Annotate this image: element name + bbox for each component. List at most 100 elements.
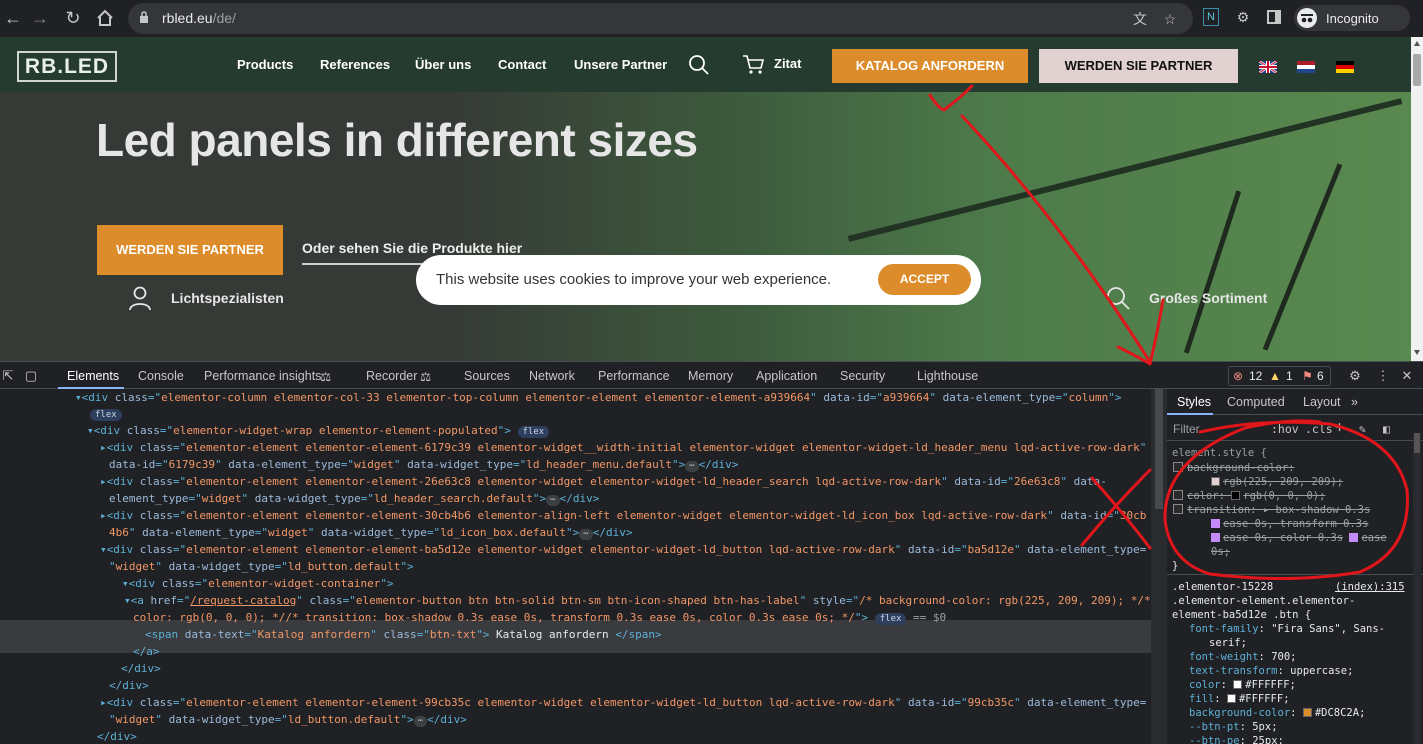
forward-icon[interactable]: → xyxy=(29,7,51,29)
issue-counts[interactable]: ⊗ 12 ▲ 1 ⚑ 6 xyxy=(1228,366,1331,386)
style-prop-background[interactable]: background-color: xyxy=(1173,461,1294,475)
site-logo[interactable]: RB.LED xyxy=(17,51,117,82)
extensions-puzzle-icon[interactable]: ⚙ xyxy=(1234,6,1252,28)
tab-styles[interactable]: Styles xyxy=(1177,395,1211,409)
tab-computed[interactable]: Computed xyxy=(1227,395,1285,409)
ellipsis-badge[interactable]: ⋯ xyxy=(685,461,699,472)
rule-prop[interactable]: font-family: "Fira Sans", Sans- xyxy=(1189,622,1385,636)
back-icon[interactable]: ← xyxy=(2,7,24,29)
dom-line[interactable]: ▸<div class="elementor-element elementor… xyxy=(100,440,1146,456)
tab-sources[interactable]: Sources xyxy=(464,369,510,383)
dom-line[interactable]: ▸<div class="elementor-element elementor… xyxy=(100,474,1107,490)
property-checkbox[interactable] xyxy=(1173,462,1183,472)
settings-gear-icon[interactable]: ⚙ xyxy=(1347,368,1363,384)
rule-prop[interactable]: --btn-pt: 5px; xyxy=(1189,720,1278,734)
hero-partner-button[interactable]: WERDEN SIE PARTNER xyxy=(97,225,283,275)
bookmark-star-icon[interactable]: ☆ xyxy=(1161,10,1179,28)
style-prop-transition[interactable]: transition: ▸ box-shadow 0.3s xyxy=(1173,503,1370,517)
property-checkbox[interactable] xyxy=(1173,504,1183,514)
sidebar-toggle-icon[interactable]: ◧ xyxy=(1383,422,1390,436)
incognito-badge[interactable]: Incognito xyxy=(1294,5,1410,31)
rule-prop[interactable]: background-color: #DC8C2A; xyxy=(1189,706,1365,720)
nav-about[interactable]: Über uns xyxy=(415,57,471,72)
tab-application[interactable]: Application xyxy=(756,369,817,383)
nav-products[interactable]: Products xyxy=(237,57,293,72)
nav-references[interactable]: References xyxy=(320,57,390,72)
paint-icon[interactable]: ✎ xyxy=(1359,422,1366,436)
hero-title: Led panels in different sizes xyxy=(96,114,698,166)
inspect-element-icon[interactable]: ⇱ xyxy=(0,368,16,384)
cart-label[interactable]: Zitat xyxy=(774,56,801,71)
home-icon[interactable] xyxy=(94,7,116,29)
dom-tree[interactable]: ▾<div class="elementor-column elementor-… xyxy=(0,389,1151,744)
dom-line-selected[interactable]: ▾<a href="/request-catalog" class="eleme… xyxy=(124,593,1151,609)
reload-icon[interactable]: ↻ xyxy=(62,7,84,29)
rule-prop[interactable]: font-weight: 700; xyxy=(1189,650,1297,664)
page-scrollbar[interactable] xyxy=(1411,37,1423,361)
nav-partners[interactable]: Unsere Partner xyxy=(574,57,667,72)
close-icon[interactable]: ✕ xyxy=(1399,368,1415,384)
side-panel-icon[interactable] xyxy=(1265,6,1283,28)
more-menu-icon[interactable]: ⋮ xyxy=(1375,368,1391,384)
color-swatch[interactable] xyxy=(1211,477,1220,486)
tab-console[interactable]: Console xyxy=(138,369,184,383)
dom-line[interactable]: ▾<div class="elementor-widget-wrap eleme… xyxy=(87,423,550,439)
tab-recorder[interactable]: Recorder xyxy=(366,369,417,383)
tab-memory[interactable]: Memory xyxy=(688,369,733,383)
flex-badge[interactable]: flex xyxy=(90,409,122,421)
panel-splitter[interactable] xyxy=(1151,389,1167,744)
dom-line[interactable]: ▾<div class="elementor-widget-container"… xyxy=(122,576,394,592)
easing-icon[interactable] xyxy=(1211,519,1220,528)
web-page: RB.LED Products References Über uns Cont… xyxy=(0,37,1411,361)
flag-uk-icon[interactable] xyxy=(1259,61,1277,73)
styles-tabbar: Styles Computed Layout » xyxy=(1167,389,1423,415)
translate-icon[interactable]: 文 xyxy=(1131,10,1149,28)
tab-performance-insights[interactable]: Performance insights xyxy=(204,369,321,383)
element-style-selector: element.style { xyxy=(1172,447,1267,459)
url-text[interactable]: rbled.eu/de/ xyxy=(162,10,236,26)
nav-contact[interactable]: Contact xyxy=(498,57,546,72)
device-toolbar-icon[interactable]: ▢ xyxy=(23,368,39,384)
dom-line[interactable]: ▸<div class="elementor-element elementor… xyxy=(100,508,1146,524)
add-rule-icon[interactable]: + xyxy=(1335,418,1344,436)
dom-line[interactable]: ▾<div class="elementor-element elementor… xyxy=(100,542,1146,558)
address-bar[interactable]: rbled.eu/de/ 文 ☆ xyxy=(128,3,1193,34)
cart-icon[interactable] xyxy=(742,54,766,76)
flag-nl-icon[interactable] xyxy=(1297,61,1315,73)
styles-scrollbar[interactable] xyxy=(1413,433,1421,744)
tab-security[interactable]: Security xyxy=(840,369,885,383)
rule-prop[interactable]: --btn-pe: 25px; xyxy=(1189,734,1284,744)
devtools-tabbar: ⇱ ▢ Elements Console Performance insight… xyxy=(0,361,1423,389)
cookie-accept-button[interactable]: ACCEPT xyxy=(878,264,971,295)
dom-line[interactable]: ▾<div class="elementor-column elementor-… xyxy=(75,390,1121,406)
dom-line[interactable]: <span data-text="Katalog anfordern" clas… xyxy=(145,627,662,643)
chevron-right-icon[interactable]: » xyxy=(1351,395,1358,409)
rule-prop[interactable]: text-transform: uppercase; xyxy=(1189,664,1353,678)
class-toggle[interactable]: .cls xyxy=(1305,422,1333,436)
hover-state-toggle[interactable]: :hov xyxy=(1271,422,1299,436)
rule-selector: .elementor-15228 xyxy=(1172,581,1274,593)
page-scroll-thumb[interactable] xyxy=(1413,54,1421,86)
tab-layout[interactable]: Layout xyxy=(1303,395,1341,409)
property-checkbox[interactable] xyxy=(1173,490,1183,500)
styles-filter-input[interactable]: Filter xyxy=(1173,422,1200,436)
tab-lighthouse[interactable]: Lighthouse xyxy=(917,369,978,383)
dom-scroll-thumb[interactable] xyxy=(1155,389,1163,509)
become-partner-button[interactable]: WERDEN SIE PARTNER xyxy=(1039,49,1238,83)
flag-de-icon[interactable] xyxy=(1336,61,1354,73)
flex-badge[interactable]: flex xyxy=(517,426,550,438)
rule-source-link[interactable]: (index):315 xyxy=(1335,580,1405,594)
rule-prop[interactable]: fill: #FFFFFF; xyxy=(1189,692,1290,706)
search-icon[interactable] xyxy=(688,54,710,76)
tab-performance[interactable]: Performance xyxy=(598,369,670,383)
tab-network[interactable]: Network xyxy=(529,369,575,383)
extension-n-icon[interactable]: N xyxy=(1203,8,1219,26)
rule-prop[interactable]: color: #FFFFFF; xyxy=(1189,678,1296,692)
tab-elements[interactable]: Elements xyxy=(67,369,119,383)
error-icon: ⊗ xyxy=(1233,369,1244,383)
user-icon xyxy=(129,286,151,311)
dom-line[interactable]: ▸<div class="elementor-element elementor… xyxy=(100,695,1146,711)
style-prop-color[interactable]: color: rgb(0, 0, 0); xyxy=(1173,489,1325,503)
devtools-panel: ⇱ ▢ Elements Console Performance insight… xyxy=(0,361,1423,744)
catalog-request-button[interactable]: KATALOG ANFORDERN xyxy=(832,49,1028,83)
